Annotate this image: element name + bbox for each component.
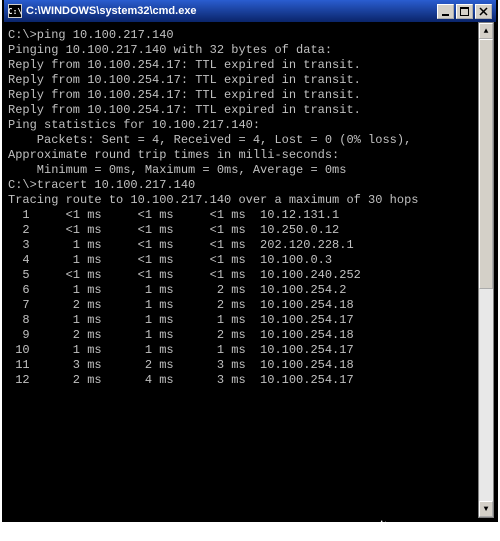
tracert-hop: 8 1 ms 1 ms 1 ms 10.100.254.17 (8, 313, 492, 328)
ping-header: Pinging 10.100.217.140 with 32 bytes of … (8, 43, 492, 58)
ping-rtt: Minimum = 0ms, Maximum = 0ms, Average = … (8, 163, 492, 178)
app-icon: C:\ (8, 4, 22, 18)
tracert-hop: 12 2 ms 4 ms 3 ms 10.100.254.17 (8, 373, 492, 388)
tracert-hop: 11 3 ms 2 ms 3 ms 10.100.254.18 (8, 358, 492, 373)
terminal-output[interactable]: C:\>ping 10.100.217.140Pinging 10.100.21… (4, 22, 496, 520)
minimize-button[interactable] (437, 4, 454, 19)
command-tracert: C:\>tracert 10.100.217.140 (8, 178, 492, 193)
scroll-down-button[interactable]: ▼ (479, 501, 493, 517)
window-controls (437, 4, 492, 19)
tracert-hop: 10 1 ms 1 ms 1 ms 10.100.254.17 (8, 343, 492, 358)
scroll-thumb[interactable] (479, 39, 493, 289)
tracert-hop: 2 <1 ms <1 ms <1 ms 10.250.0.12 (8, 223, 492, 238)
ping-rtt-header: Approximate round trip times in milli-se… (8, 148, 492, 163)
close-button[interactable] (475, 4, 492, 19)
titlebar[interactable]: C:\ C:\WINDOWS\system32\cmd.exe (4, 0, 496, 22)
command-ping: C:\>ping 10.100.217.140 (8, 28, 492, 43)
ping-reply: Reply from 10.100.254.17: TTL expired in… (8, 73, 492, 88)
tracert-hop: 3 1 ms <1 ms <1 ms 202.120.228.1 (8, 238, 492, 253)
ping-reply: Reply from 10.100.254.17: TTL expired in… (8, 58, 492, 73)
tracert-hop: 1 <1 ms <1 ms <1 ms 10.12.131.1 (8, 208, 492, 223)
ping-stats-header: Ping statistics for 10.100.217.140: (8, 118, 492, 133)
cmd-window: C:\ C:\WINDOWS\system32\cmd.exe C:\>ping… (2, 0, 498, 522)
tracert-hop: 4 1 ms <1 ms <1 ms 10.100.0.3 (8, 253, 492, 268)
tracert-header: Tracing route to 10.100.217.140 over a m… (8, 193, 492, 208)
window-title: C:\WINDOWS\system32\cmd.exe (26, 5, 437, 17)
scroll-up-button[interactable]: ▲ (479, 23, 493, 39)
tracert-hop: 9 2 ms 1 ms 2 ms 10.100.254.18 (8, 328, 492, 343)
ping-reply: Reply from 10.100.254.17: TTL expired in… (8, 88, 492, 103)
tracert-hop: 6 1 ms 1 ms 2 ms 10.100.254.2 (8, 283, 492, 298)
tracert-hop: 5 <1 ms <1 ms <1 ms 10.100.240.252 (8, 268, 492, 283)
ping-packets: Packets: Sent = 4, Received = 4, Lost = … (8, 133, 492, 148)
scroll-track[interactable] (479, 39, 493, 501)
ping-reply: Reply from 10.100.254.17: TTL expired in… (8, 103, 492, 118)
tracert-hop: 7 2 ms 1 ms 2 ms 10.100.254.18 (8, 298, 492, 313)
maximize-button[interactable] (456, 4, 473, 19)
vertical-scrollbar[interactable]: ▲ ▼ (478, 22, 494, 518)
